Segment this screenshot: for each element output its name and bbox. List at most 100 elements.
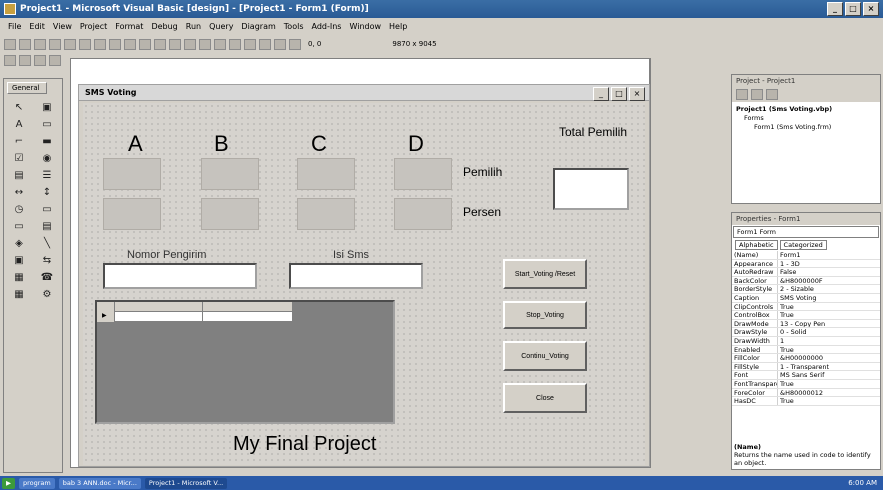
taskbar-item-program[interactable]: program [19, 477, 55, 489]
pause-icon[interactable] [169, 38, 181, 50]
property-value[interactable]: &H80000012 [778, 389, 880, 397]
cut-icon[interactable] [64, 38, 76, 50]
menu-addins[interactable]: Add-Ins [308, 22, 346, 31]
find-icon[interactable] [109, 38, 121, 50]
data-grid[interactable]: ▶ [95, 300, 395, 424]
hscrollbar-icon[interactable]: ↔ [8, 186, 30, 200]
grid-data-row[interactable] [97, 312, 292, 322]
property-row[interactable]: ClipControls True [732, 302, 880, 312]
minimize-button[interactable]: _ [827, 2, 843, 16]
property-row[interactable]: FillColor &H00000000 [732, 354, 880, 363]
filelist-icon[interactable]: ▤ [36, 220, 58, 234]
property-row[interactable]: ForeColor &H80000012 [732, 388, 880, 398]
project-explorer-icon[interactable] [199, 38, 211, 50]
copy-icon[interactable] [79, 38, 91, 50]
form-maximize-button[interactable]: □ [611, 87, 627, 101]
taskbar-item-vb[interactable]: Project1 - Microsoft V... [144, 477, 228, 489]
menu-editor-icon[interactable] [34, 38, 46, 50]
persen-label[interactable]: Persen [463, 205, 501, 219]
optionbutton-icon[interactable]: ◉ [36, 152, 58, 166]
drivelist-icon[interactable]: ▭ [36, 203, 58, 217]
data-view-icon[interactable] [274, 38, 286, 50]
property-row[interactable]: BackColor &H8000000F [732, 276, 880, 286]
property-row[interactable]: DrawMode 13 - Copy Pen [732, 319, 880, 329]
stop-voting-button[interactable]: Stop_Voting [503, 301, 587, 329]
pemilih-c-box[interactable] [297, 158, 355, 190]
nomor-pengirim-textbox[interactable] [103, 263, 257, 289]
menu-view[interactable]: View [49, 22, 76, 31]
commandbutton-icon[interactable]: ▬ [36, 135, 58, 149]
form-minimize-button[interactable]: _ [593, 87, 609, 101]
property-value[interactable]: False [778, 268, 880, 276]
line-icon[interactable]: ╲ [36, 237, 58, 251]
property-row[interactable]: FontTransparentTrue [732, 379, 880, 389]
start-voting-button[interactable]: Start_Voting /Reset [503, 259, 587, 289]
property-value[interactable]: 13 - Copy Pen [778, 320, 880, 328]
toolbox-icon[interactable] [259, 38, 271, 50]
taskbar-item-doc[interactable]: bab 3 ANN.doc - Micr... [58, 477, 141, 489]
property-value[interactable]: True [778, 380, 880, 388]
property-row[interactable]: BorderStyle 2 - Sizable [732, 285, 880, 294]
menu-help[interactable]: Help [385, 22, 411, 31]
property-value[interactable]: &H8000000F [778, 277, 880, 285]
object-selector[interactable]: Form1 Form [733, 226, 879, 238]
form-layout-icon[interactable] [229, 38, 241, 50]
shape-icon[interactable]: ◈ [8, 237, 30, 251]
add-form-icon[interactable] [19, 38, 31, 50]
combobox-icon[interactable]: ▤ [8, 169, 30, 183]
isi-sms-textbox[interactable] [289, 263, 423, 289]
property-row[interactable]: Font MS Sans Serif [732, 371, 880, 380]
menu-file[interactable]: File [4, 22, 25, 31]
pemilih-b-box[interactable] [201, 158, 259, 190]
property-value[interactable]: &H00000000 [778, 354, 880, 362]
menu-debug[interactable]: Debug [147, 22, 181, 31]
object-browser-icon[interactable] [244, 38, 256, 50]
property-row[interactable]: (Name) Form1 [732, 251, 880, 260]
property-value[interactable]: 1 - 3D [778, 260, 880, 268]
pemilih-label[interactable]: Pemilih [463, 165, 502, 179]
tab-alphabetic[interactable]: Alphabetic [735, 240, 778, 250]
persen-a-box[interactable] [103, 198, 161, 230]
property-value[interactable]: 0 - Solid [778, 328, 880, 336]
component-manager-icon[interactable] [289, 38, 301, 50]
menu-tools[interactable]: Tools [280, 22, 308, 31]
center-icon[interactable] [49, 54, 61, 66]
pemilih-d-box[interactable] [394, 158, 452, 190]
dirlist-icon[interactable]: ▭ [8, 220, 30, 234]
start-button[interactable]: ▶ [2, 477, 15, 489]
property-value[interactable]: Form1 [778, 251, 880, 259]
timer-icon[interactable]: ◷ [8, 203, 30, 217]
property-row[interactable]: ControlBox True [732, 311, 880, 320]
horizontal-scrollbar[interactable] [70, 468, 662, 476]
property-value[interactable]: True [778, 311, 880, 319]
property-row[interactable]: FillStyle 1 - Transparent [732, 362, 880, 372]
property-value[interactable]: True [778, 397, 880, 405]
property-row[interactable]: Appearance 1 - 3D [732, 259, 880, 269]
tree-project-node[interactable]: Project1 (Sms Voting.vbp) [736, 105, 876, 114]
tree-forms-node[interactable]: Forms [736, 114, 876, 123]
tree-form1-node[interactable]: Form1 (Sms Voting.frm) [736, 123, 876, 132]
menu-edit[interactable]: Edit [25, 22, 49, 31]
property-value[interactable]: SMS Voting [778, 294, 880, 302]
menu-diagram[interactable]: Diagram [237, 22, 279, 31]
menu-window[interactable]: Window [345, 22, 385, 31]
pemilih-a-box[interactable] [103, 158, 161, 190]
ole-icon[interactable]: ▦ [8, 271, 30, 285]
mscomm-icon[interactable]: ☎ [36, 271, 58, 285]
close-button[interactable]: × [863, 2, 879, 16]
property-value[interactable]: 1 [778, 337, 880, 345]
textbox-icon[interactable]: ▭ [36, 118, 58, 132]
property-value[interactable]: True [778, 346, 880, 354]
maximize-button[interactable]: □ [845, 2, 861, 16]
picturebox-icon[interactable]: ▣ [36, 101, 58, 115]
grid-control-icon[interactable]: ▦ [8, 288, 30, 302]
total-pemilih-textbox[interactable] [553, 168, 629, 210]
align-icon[interactable] [34, 54, 46, 66]
undo-icon[interactable] [124, 38, 136, 50]
form-canvas[interactable]: A B C D Total Pemilih Pemilih Persen Nom… [83, 103, 645, 465]
menu-format[interactable]: Format [111, 22, 147, 31]
toggle-folders-icon[interactable] [766, 89, 778, 100]
property-value[interactable]: True [778, 303, 880, 311]
property-value[interactable]: MS Sans Serif [778, 371, 880, 379]
image-icon[interactable]: ▣ [8, 254, 30, 268]
